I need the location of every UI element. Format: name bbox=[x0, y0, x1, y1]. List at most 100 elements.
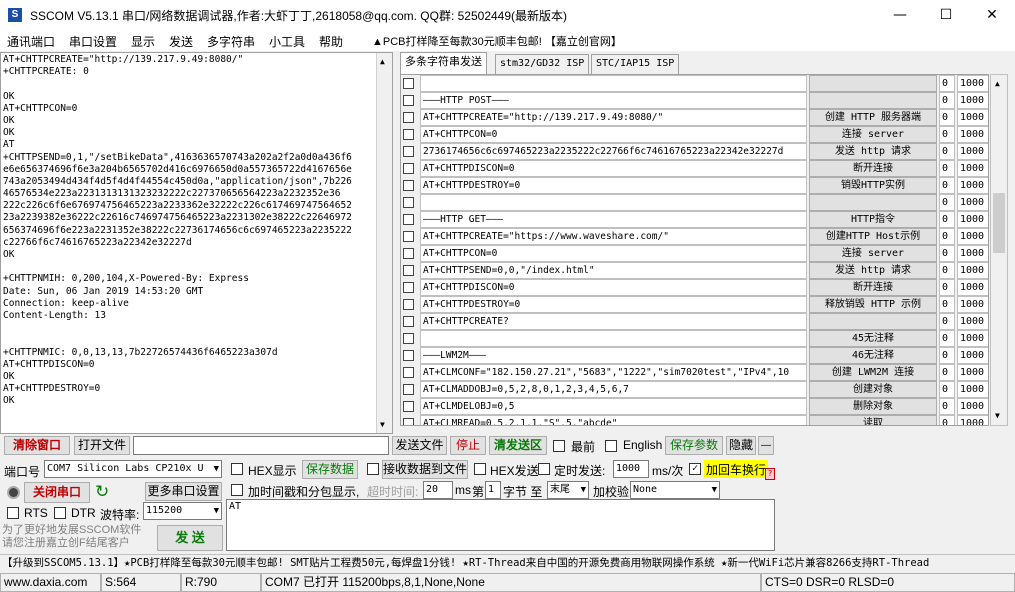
row-order-input[interactable]: 0 bbox=[939, 177, 955, 194]
row-delay-input[interactable]: 1000 bbox=[957, 109, 988, 126]
row-checkbox[interactable] bbox=[403, 214, 414, 225]
row-send-button[interactable]: 断开连接 bbox=[809, 160, 937, 177]
row-checkbox[interactable] bbox=[403, 367, 414, 378]
row-send-button[interactable]: 销毁HTTP实例 bbox=[809, 177, 937, 194]
row-command-input[interactable]: ———LWM2M——— bbox=[420, 347, 807, 364]
row-command-input[interactable]: AT+CHTTPDISCON=0 bbox=[420, 279, 807, 296]
row-command-input[interactable]: 2736174656c6c697465223a2235222c22766f6c7… bbox=[420, 143, 807, 160]
row-delay-input[interactable]: 1000 bbox=[957, 177, 988, 194]
row-delay-input[interactable]: 1000 bbox=[957, 228, 988, 245]
row-command-input[interactable]: AT+CLMDELOBJ=0,5 bbox=[420, 398, 807, 415]
tab-stm32-isp[interactable]: stm32/GD32 ISP bbox=[495, 54, 590, 74]
tab-stc-isp[interactable]: STC/IAP15 ISP bbox=[591, 54, 680, 74]
row-delay-input[interactable]: 1000 bbox=[957, 313, 988, 330]
row-order-input[interactable]: 0 bbox=[939, 415, 955, 425]
row-send-button[interactable]: 创建HTTP Host示例 bbox=[809, 228, 937, 245]
timeout-input[interactable]: 20 bbox=[423, 481, 453, 499]
row-command-input[interactable]: ———HTTP GET——— bbox=[420, 211, 807, 228]
menu-multi-string[interactable]: 多字符串 bbox=[207, 33, 255, 50]
send-textarea[interactable]: AT bbox=[226, 499, 775, 551]
row-checkbox[interactable] bbox=[403, 401, 414, 412]
row-delay-input[interactable]: 1000 bbox=[957, 75, 988, 92]
rts-checkbox[interactable] bbox=[7, 507, 19, 519]
row-checkbox[interactable] bbox=[403, 163, 414, 174]
menu-serial-settings[interactable]: 串口设置 bbox=[69, 33, 117, 50]
nth-input[interactable]: 1 bbox=[485, 481, 501, 499]
row-command-input[interactable]: AT+CHTTPDESTROY=0 bbox=[420, 177, 807, 194]
row-command-input[interactable]: AT+CHTTPCREATE="http://139.217.9.49:8080… bbox=[420, 109, 807, 126]
port-select[interactable]: COM7 Silicon Labs CP210x U ▼ bbox=[44, 460, 222, 478]
scroll-down-icon[interactable]: ▼ bbox=[380, 420, 385, 429]
refresh-icon[interactable]: ↻ bbox=[95, 482, 109, 502]
row-command-input[interactable]: ———HTTP POST——— bbox=[420, 92, 807, 109]
row-order-input[interactable]: 0 bbox=[939, 109, 955, 126]
baud-select[interactable]: 115200 ▼ bbox=[143, 502, 222, 520]
row-command-input[interactable]: AT+CHTTPSEND=0,0,"/index.html" bbox=[420, 262, 807, 279]
timestamp-checkbox[interactable] bbox=[231, 484, 243, 496]
topmost-checkbox[interactable] bbox=[553, 440, 565, 452]
clear-send-button[interactable]: 清发送区 bbox=[489, 436, 547, 455]
send-file-button[interactable]: 发送文件 bbox=[392, 436, 447, 455]
row-delay-input[interactable]: 1000 bbox=[957, 296, 988, 313]
row-checkbox[interactable] bbox=[403, 197, 414, 208]
more-settings-button[interactable]: 更多串口设置 bbox=[145, 482, 222, 501]
collapse-button[interactable]: — bbox=[758, 436, 774, 455]
ticker[interactable]: 【升级到SSCOM5.13.1】★PCB打样降至每款30元顺丰包邮! SMT贴片… bbox=[0, 554, 1015, 572]
row-checkbox[interactable] bbox=[403, 248, 414, 259]
row-checkbox[interactable] bbox=[403, 265, 414, 276]
close-port-button[interactable]: 关闭串口 bbox=[24, 482, 90, 503]
row-order-input[interactable]: 0 bbox=[939, 194, 955, 211]
row-order-input[interactable]: 0 bbox=[939, 262, 955, 279]
row-command-input[interactable]: AT+CLMCONF="182.150.27.21","5683","1222"… bbox=[420, 364, 807, 381]
row-checkbox[interactable] bbox=[403, 316, 414, 327]
scroll-thumb[interactable] bbox=[993, 193, 1005, 253]
row-send-button[interactable] bbox=[809, 75, 937, 92]
row-delay-input[interactable]: 1000 bbox=[957, 92, 988, 109]
row-order-input[interactable]: 0 bbox=[939, 126, 955, 143]
ad-link[interactable]: ▲PCB打样降至每款30元顺丰包邮! 【嘉立创官网】 bbox=[372, 33, 622, 49]
row-checkbox[interactable] bbox=[403, 129, 414, 140]
row-order-input[interactable]: 0 bbox=[939, 245, 955, 262]
row-command-input[interactable]: AT+CHTTPDISCON=0 bbox=[420, 160, 807, 177]
row-send-button[interactable]: 断开连接 bbox=[809, 279, 937, 296]
row-send-button[interactable]: 创建对象 bbox=[809, 381, 937, 398]
scroll-down-icon[interactable]: ▼ bbox=[995, 411, 1000, 420]
row-order-input[interactable]: 0 bbox=[939, 143, 955, 160]
row-order-input[interactable]: 0 bbox=[939, 313, 955, 330]
row-send-button[interactable] bbox=[809, 194, 937, 211]
dtr-checkbox[interactable] bbox=[54, 507, 66, 519]
row-delay-input[interactable]: 1000 bbox=[957, 398, 988, 415]
row-checkbox[interactable] bbox=[403, 299, 414, 310]
row-command-input[interactable]: AT+CHTTPDESTROY=0 bbox=[420, 296, 807, 313]
row-command-input[interactable] bbox=[420, 75, 807, 92]
row-checkbox[interactable] bbox=[403, 350, 414, 361]
row-send-button[interactable]: HTTP指令 bbox=[809, 211, 937, 228]
row-delay-input[interactable]: 1000 bbox=[957, 364, 988, 381]
row-send-button[interactable]: 发送 http 请求 bbox=[809, 143, 937, 160]
row-order-input[interactable]: 0 bbox=[939, 381, 955, 398]
row-delay-input[interactable]: 1000 bbox=[957, 211, 988, 228]
checksum-select[interactable]: None ▼ bbox=[630, 481, 720, 499]
row-delay-input[interactable]: 1000 bbox=[957, 347, 988, 364]
row-send-button[interactable] bbox=[809, 92, 937, 109]
row-order-input[interactable]: 0 bbox=[939, 160, 955, 177]
help-icon[interactable]: ? bbox=[765, 468, 775, 480]
stop-button[interactable]: 停止 bbox=[450, 436, 486, 455]
row-checkbox[interactable] bbox=[403, 384, 414, 395]
open-file-button[interactable]: 打开文件 bbox=[74, 436, 130, 455]
menu-comm-port[interactable]: 通讯端口 bbox=[7, 33, 55, 50]
row-checkbox[interactable] bbox=[403, 112, 414, 123]
row-delay-input[interactable]: 1000 bbox=[957, 126, 988, 143]
menu-help[interactable]: 帮助 bbox=[319, 33, 343, 50]
row-delay-input[interactable]: 1000 bbox=[957, 262, 988, 279]
recv-to-file-button[interactable]: 接收数据到文件 bbox=[382, 460, 468, 479]
end-select[interactable]: 末尾 ▼ bbox=[547, 481, 589, 499]
row-command-input[interactable]: AT+CHTTPCON=0 bbox=[420, 126, 807, 143]
english-checkbox[interactable] bbox=[605, 440, 617, 452]
row-checkbox[interactable] bbox=[403, 78, 414, 89]
row-checkbox[interactable] bbox=[403, 95, 414, 106]
row-checkbox[interactable] bbox=[403, 282, 414, 293]
menu-send[interactable]: 发送 bbox=[169, 33, 193, 50]
scroll-up-icon[interactable]: ▲ bbox=[995, 79, 1000, 88]
menu-tools[interactable]: 小工具 bbox=[269, 33, 305, 50]
